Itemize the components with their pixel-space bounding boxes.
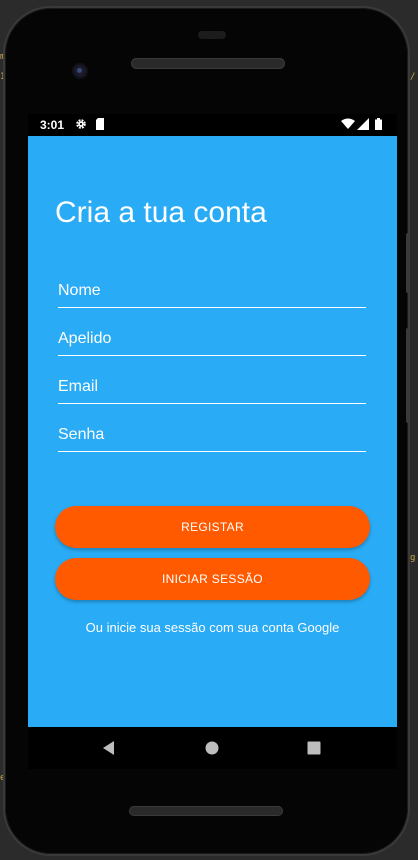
- gear-icon: [75, 118, 87, 130]
- volume-button: [406, 328, 410, 423]
- battery-icon: [374, 118, 382, 130]
- signal-icon: [357, 118, 369, 130]
- password-field: [58, 421, 366, 452]
- surname-input[interactable]: [58, 327, 358, 351]
- email-input[interactable]: [58, 375, 358, 399]
- back-icon[interactable]: [98, 737, 120, 759]
- top-speaker: [131, 58, 285, 69]
- page-title: Cria a tua conta: [55, 196, 267, 229]
- bottom-speaker: [129, 806, 283, 816]
- login-button[interactable]: INICIAR SESSÃO: [55, 558, 370, 600]
- name-input[interactable]: [58, 279, 358, 303]
- home-icon[interactable]: [201, 737, 223, 759]
- register-button[interactable]: REGISTAR: [55, 506, 370, 548]
- status-time: 3:01: [40, 118, 65, 132]
- power-button: [406, 233, 410, 293]
- earpiece: [198, 31, 226, 39]
- email-field: [58, 373, 366, 404]
- ide-code-fragment: g: [410, 553, 416, 563]
- device-screen: 3:01 Cria a tua conta Nome Apelido Email…: [28, 114, 397, 769]
- name-field: [58, 277, 366, 308]
- ide-code-fragment: /: [410, 72, 416, 82]
- password-input[interactable]: [58, 423, 358, 447]
- signup-screen: Cria a tua conta REGISTAR INICIAR SESSÃO…: [28, 136, 397, 727]
- navigation-bar: [28, 727, 397, 769]
- status-bar: 3:01: [28, 114, 397, 136]
- recents-icon[interactable]: [303, 737, 325, 759]
- surname-field: [58, 325, 366, 356]
- wifi-icon: [341, 118, 355, 130]
- phone-frame: 3:01 Cria a tua conta Nome Apelido Email…: [5, 8, 410, 854]
- sd-card-icon: [94, 118, 106, 130]
- front-camera: [72, 63, 88, 79]
- google-signin-link[interactable]: Ou inicie sua sessão com sua conta Googl…: [28, 620, 397, 635]
